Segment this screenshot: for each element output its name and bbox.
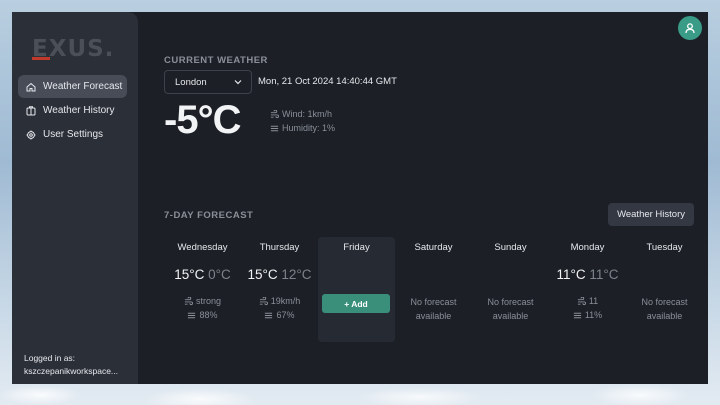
day-humidity-text: 11% xyxy=(584,310,603,320)
app-window: EXUS. Weather Forecast Weather History U… xyxy=(12,12,708,384)
humidity-icon xyxy=(265,312,273,318)
forecast-day: Thursday 15°C 12°C 19km/h 67% xyxy=(241,237,318,342)
day-name: Wednesday xyxy=(177,242,228,253)
current-datetime: Mon, 21 Oct 2024 14:40:44 GMT xyxy=(258,76,397,87)
day-low: 12°C xyxy=(281,267,312,282)
logged-in-user: kszczepanikworkspace... xyxy=(24,366,119,376)
day-humidity-text: 88% xyxy=(199,310,218,320)
sidebar-item-user-settings[interactable]: User Settings xyxy=(18,123,127,146)
day-humidity: 67% xyxy=(241,310,318,320)
sidebar-nav: Weather Forecast Weather History User Se… xyxy=(18,75,127,147)
day-low: 0°C xyxy=(208,267,231,282)
history-icon xyxy=(24,104,38,118)
forecast-title: 7-DAY FORECAST xyxy=(164,210,254,221)
city-select-value: London xyxy=(175,76,207,88)
day-name: Tuesday xyxy=(646,242,683,253)
wind-icon xyxy=(259,296,268,305)
logo-accent-bar xyxy=(32,57,50,60)
current-temperature: -5°C xyxy=(164,98,241,142)
forecast-day-today: Friday + Add xyxy=(318,237,395,342)
humidity-icon xyxy=(188,312,196,318)
current-humidity-text: Humidity: 1% xyxy=(282,123,336,133)
day-name: Thursday xyxy=(259,242,300,253)
logged-in-label: Logged in as: xyxy=(24,353,76,363)
avatar[interactable] xyxy=(678,16,702,40)
day-wind: strong xyxy=(164,296,241,306)
day-temperatures: 11°C 11°C xyxy=(549,267,626,282)
user-icon xyxy=(685,23,695,34)
no-forecast-text: No forecast available xyxy=(641,297,688,321)
day-high: 15°C xyxy=(174,267,205,282)
main-content: CURRENT WEATHER London Mon, 21 Oct 2024 … xyxy=(138,12,708,384)
city-select[interactable]: London xyxy=(164,70,252,94)
no-forecast-text: No forecast available xyxy=(410,297,457,321)
day-wind: 11 xyxy=(549,296,626,306)
gear-icon xyxy=(24,128,38,142)
day-high: 11°C xyxy=(556,267,586,282)
current-weather-title: CURRENT WEATHER xyxy=(164,55,268,66)
forecast-day: Saturday No forecast available xyxy=(395,237,472,342)
forecast-day: Wednesday 15°C 0°C strong 88% xyxy=(164,237,241,342)
day-name: Friday xyxy=(343,242,370,253)
wind-icon xyxy=(270,109,279,118)
day-wind-text: 11 xyxy=(588,296,599,306)
humidity-icon xyxy=(573,312,581,318)
sidebar: EXUS. Weather Forecast Weather History U… xyxy=(12,12,138,384)
forecast-day: Monday 11°C 11°C 11 11% xyxy=(549,237,626,342)
weather-history-button[interactable]: Weather History xyxy=(608,203,694,226)
day-name: Saturday xyxy=(414,242,453,253)
day-humidity: 11% xyxy=(549,310,626,320)
wind-icon xyxy=(577,296,586,305)
current-wind: Wind: 1km/h xyxy=(270,109,332,119)
logged-in-info: Logged in as: kszczepanikworkspace... xyxy=(24,352,118,378)
day-name: Monday xyxy=(570,242,605,253)
chevron-down-icon xyxy=(234,80,242,85)
humidity-icon xyxy=(270,125,279,131)
add-forecast-button[interactable]: + Add xyxy=(322,294,390,313)
day-humidity: 88% xyxy=(164,310,241,320)
sidebar-item-label: Weather Forecast xyxy=(43,81,123,92)
sidebar-item-weather-forecast[interactable]: Weather Forecast xyxy=(18,75,127,98)
wind-icon xyxy=(184,296,193,305)
day-low: 11°C xyxy=(589,267,619,282)
day-wind: 19km/h xyxy=(241,296,318,306)
day-wind-text: strong xyxy=(195,296,221,306)
day-humidity-text: 67% xyxy=(276,310,295,320)
day-name: Sunday xyxy=(494,242,527,253)
sidebar-item-weather-history[interactable]: Weather History xyxy=(18,99,127,122)
sidebar-item-label: User Settings xyxy=(43,129,104,140)
home-icon xyxy=(24,80,38,94)
current-humidity: Humidity: 1% xyxy=(270,123,335,133)
no-forecast-text: No forecast available xyxy=(487,297,534,321)
day-high: 15°C xyxy=(247,267,278,282)
forecast-days: Wednesday 15°C 0°C strong 88% Thursday 1… xyxy=(164,237,703,342)
day-wind-text: 19km/h xyxy=(270,296,301,306)
day-temperatures: 15°C 0°C xyxy=(164,267,241,282)
forecast-day: Tuesday No forecast available xyxy=(626,237,703,342)
forecast-day: Sunday No forecast available xyxy=(472,237,549,342)
day-temperatures: 15°C 12°C xyxy=(241,267,318,282)
current-wind-text: Wind: 1km/h xyxy=(282,109,333,119)
sidebar-item-label: Weather History xyxy=(43,105,115,116)
